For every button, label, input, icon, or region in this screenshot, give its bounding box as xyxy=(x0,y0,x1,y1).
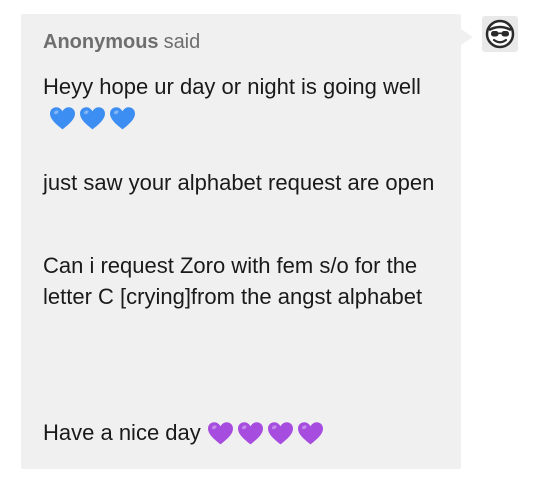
blue-heart-icon xyxy=(50,107,75,130)
ask-text-alphabet: just saw your alphabet request are open xyxy=(43,170,435,195)
purple-heart-icon xyxy=(297,422,323,445)
ask-text-request: Can i request Zoro with fem s/o for the … xyxy=(43,253,423,309)
avatar[interactable] xyxy=(482,16,518,52)
ask-line-closing: Have a nice day xyxy=(43,417,443,454)
sunglasses-face-icon xyxy=(485,19,515,49)
purple-heart-icon xyxy=(267,422,293,445)
blue-heart-icon xyxy=(110,107,135,130)
ask-line-greeting: Heyy hope ur day or night is going well xyxy=(43,71,443,139)
blue-heart-icon xyxy=(80,107,105,130)
ask-line-alphabet: just saw your alphabet request are open xyxy=(43,167,443,198)
ask-text-closing: Have a nice day xyxy=(43,420,201,445)
ask-bubble: Anonymous said Heyy hope ur day or night … xyxy=(21,14,473,469)
asker-header: Anonymous said xyxy=(43,31,200,54)
asker-verb: said xyxy=(163,31,201,53)
ask-line-request: Can i request Zoro with fem s/o for the … xyxy=(43,250,443,312)
blue-hearts-group xyxy=(49,106,139,139)
purple-heart-icon xyxy=(237,422,263,445)
ask-text-greeting: Heyy hope ur day or night is going well xyxy=(43,74,421,99)
purple-hearts-group xyxy=(207,421,327,454)
purple-heart-icon xyxy=(207,422,233,445)
asker-name[interactable]: Anonymous xyxy=(43,31,159,53)
